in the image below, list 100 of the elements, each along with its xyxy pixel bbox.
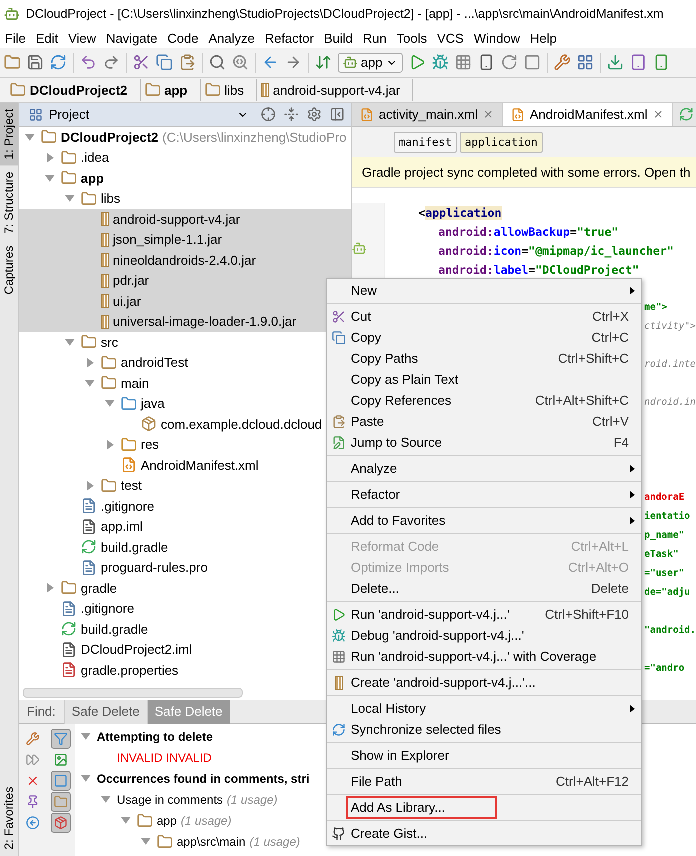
text-file-icon [81, 498, 97, 514]
breadcrumb-item[interactable]: android-support-v4.jar [257, 79, 414, 101]
square-button[interactable] [51, 770, 71, 790]
structure-icon[interactable] [576, 54, 594, 71]
filter-button[interactable] [51, 728, 71, 748]
tree-item[interactable]: libs [19, 188, 351, 209]
jar-icon [261, 83, 270, 97]
tree-item[interactable]: json_simple-1.1.jar [19, 230, 351, 250]
scrollbar[interactable] [23, 688, 243, 698]
package-icon [141, 416, 157, 432]
usage-count: (1 usage) [227, 792, 278, 806]
menu-item[interactable]: Show in Explorer [327, 745, 641, 766]
result-label: app\src\main [177, 834, 246, 848]
stop-icon[interactable] [524, 54, 541, 71]
tree-item[interactable]: android-support-v4.jar [19, 209, 351, 230]
menu-item[interactable]: Run [358, 30, 392, 46]
collapse-arrow-icon[interactable] [86, 480, 94, 491]
find-tab[interactable]: Safe Delete [64, 700, 147, 724]
save-icon[interactable] [27, 54, 44, 71]
coverage-icon[interactable] [454, 54, 472, 71]
jar-icon [101, 212, 109, 226]
replace-icon[interactable] [232, 54, 249, 71]
menu-item[interactable]: VCS [432, 30, 469, 46]
back-icon[interactable] [262, 54, 279, 71]
collapse-arrow-icon[interactable] [86, 358, 94, 368]
tree-item[interactable]: nineoldandroids-2.4.0.jar [19, 250, 351, 270]
menu-item[interactable]: Create 'android-support-v4.j...'... [327, 672, 641, 693]
debug-icon[interactable] [432, 54, 449, 71]
tree-item[interactable]: pdr.jar [19, 270, 351, 291]
collapse-arrow-icon[interactable] [46, 583, 54, 594]
code-line: ientatio [644, 511, 690, 522]
menu-item[interactable]: Navigate [101, 30, 163, 46]
search-icon[interactable] [209, 54, 226, 71]
menu-item[interactable]: View [63, 30, 102, 46]
breadcrumb-item[interactable]: app [140, 79, 201, 101]
expand-arrow-icon[interactable] [45, 174, 55, 182]
expand-arrow-icon[interactable] [105, 400, 115, 408]
expand-arrow-icon[interactable] [85, 380, 95, 387]
menu-item[interactable]: Analyze [327, 458, 641, 479]
forward-icon[interactable] [285, 54, 302, 71]
bug-icon [332, 628, 346, 642]
side-tab[interactable]: Captures [0, 240, 18, 300]
path-tag[interactable]: manifest [394, 132, 457, 152]
sync-notification: Gradle project sync completed with some errors. Open th [352, 157, 696, 188]
breadcrumb-item[interactable]: DCloudProject2 [6, 79, 141, 101]
menu-item[interactable]: Refactor [260, 30, 320, 46]
menu-item[interactable]: Analyze [204, 30, 260, 46]
menu-item[interactable]: Code [162, 30, 204, 46]
expand-arrow-icon[interactable] [81, 775, 91, 782]
undo-icon[interactable] [80, 54, 97, 71]
wrench-icon[interactable] [554, 54, 571, 71]
side-tab[interactable]: 1: Project [0, 103, 18, 166]
expand-arrow-icon[interactable] [25, 134, 35, 141]
android-icon [343, 55, 358, 70]
menu-item[interactable]: Create Gist... [327, 823, 641, 844]
collapse-arrow-icon[interactable] [106, 440, 114, 450]
menu-item[interactable]: File Path Ctrl+Alt+F12 [327, 771, 641, 792]
menu-item[interactable]: Refactor [327, 484, 641, 505]
run-config-dropdown[interactable]: app [338, 52, 403, 72]
android-icon [4, 6, 20, 22]
open-folder-icon[interactable] [4, 54, 21, 71]
menu-item[interactable]: Edit [30, 30, 64, 46]
menu-item[interactable]: Add As Library... [327, 797, 641, 818]
folder-button[interactable] [51, 792, 71, 812]
module-folder-icon [61, 170, 77, 186]
menu-item[interactable]: Help [525, 30, 562, 46]
menu-item[interactable]: Synchronize selected files [327, 719, 641, 740]
tree-item[interactable]: .idea [19, 148, 351, 168]
tree-item[interactable]: DCloudProject2 (C:\Users\linxinzheng\StudioPro [19, 127, 351, 148]
paste-icon[interactable] [179, 54, 196, 71]
menu-item[interactable]: Tools [392, 30, 432, 46]
android-icon [352, 241, 367, 256]
breadcrumb-item[interactable]: libs [200, 79, 258, 101]
copy-icon[interactable] [156, 54, 173, 71]
expand-arrow-icon[interactable] [141, 838, 151, 845]
module-button[interactable] [51, 812, 71, 832]
menu-item[interactable]: Window [468, 30, 526, 46]
redo-icon[interactable] [103, 54, 120, 71]
editor-tab[interactable]: activity_main.xml [352, 103, 503, 126]
tree-item[interactable]: app [19, 168, 351, 188]
xml-file-icon [121, 457, 137, 474]
editor-tab[interactable]: AndroidManifest.xml [502, 103, 673, 126]
expand-arrow-icon[interactable] [81, 733, 91, 740]
expand-arrow-icon[interactable] [65, 338, 75, 346]
collapse-arrow-icon[interactable] [46, 152, 54, 163]
rerun-icon[interactable] [500, 54, 518, 71]
expand-arrow-icon[interactable] [121, 817, 131, 824]
error-text: INVALID INVALID [117, 750, 212, 764]
expand-arrow-icon[interactable] [101, 796, 111, 803]
expand-arrow-icon[interactable] [65, 195, 75, 202]
path-tag[interactable]: application [460, 132, 543, 152]
menu-item[interactable]: Local History [327, 698, 641, 719]
side-tab[interactable]: 7: Structure [0, 166, 18, 240]
download-icon[interactable] [606, 54, 624, 71]
menu-item[interactable]: Add to Favorites [327, 510, 641, 531]
sync-icon[interactable] [50, 54, 67, 71]
menu-item[interactable]: Build [319, 30, 358, 46]
menu-item[interactable]: File [0, 30, 31, 46]
cut-icon[interactable] [133, 54, 150, 71]
tablet-icon[interactable] [630, 54, 647, 71]
